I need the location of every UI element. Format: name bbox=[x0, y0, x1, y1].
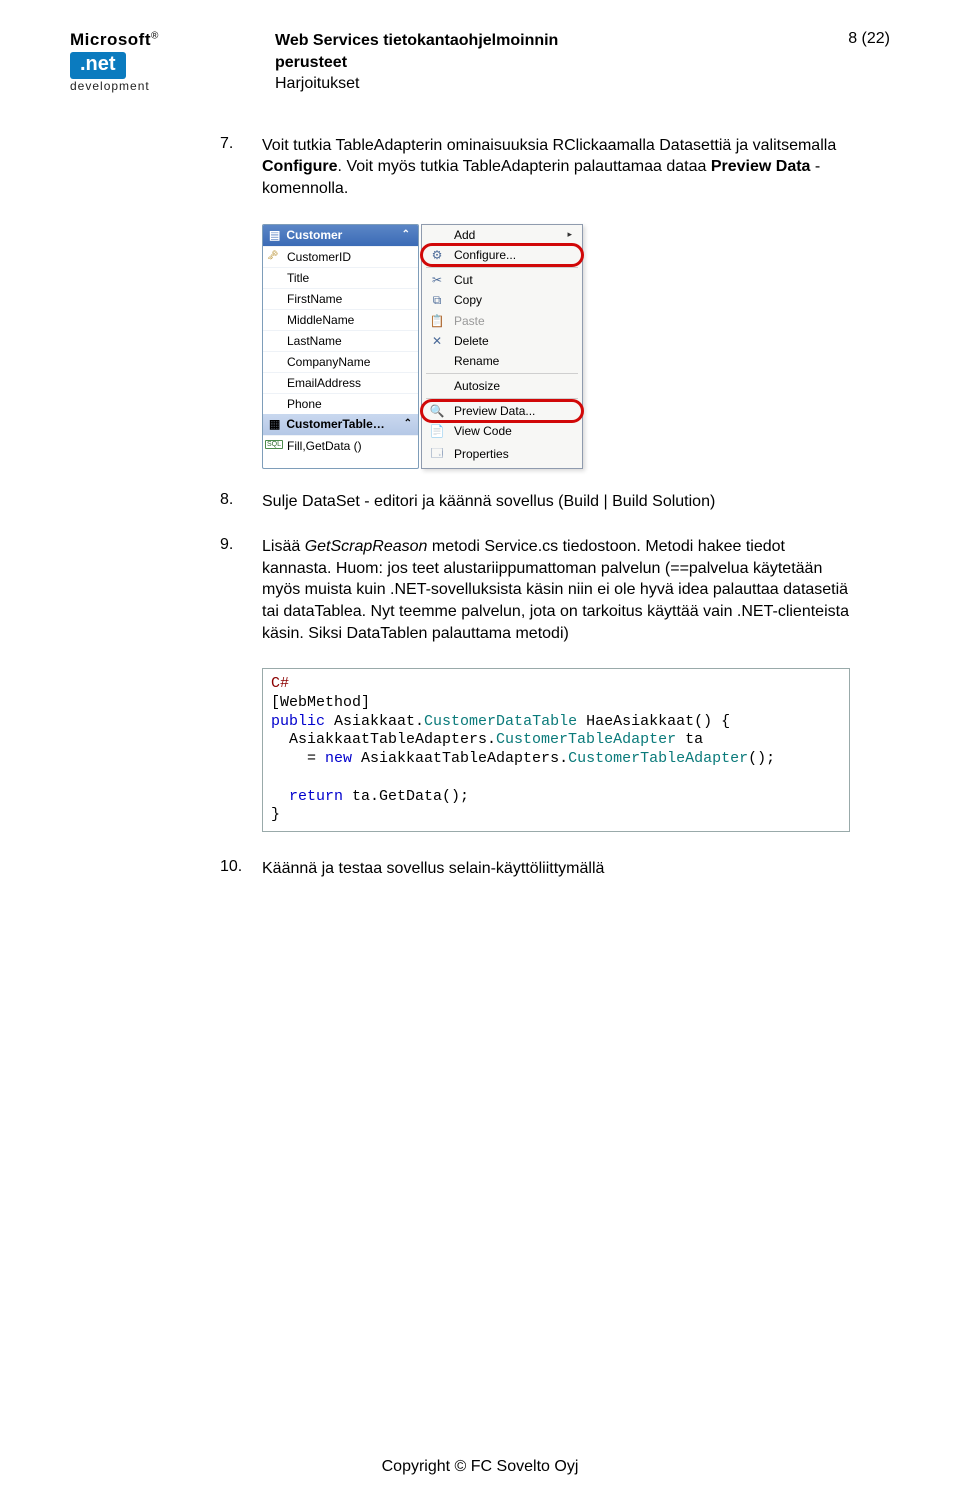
column-lastname: LastName bbox=[263, 330, 418, 351]
menu-preview-data[interactable]: 🔍 Preview Data... bbox=[422, 401, 582, 421]
menu-view-code[interactable]: 📄 View Code bbox=[422, 421, 582, 441]
step-number: 9. bbox=[220, 536, 248, 644]
dotnet-logo: Microsoft® .net development bbox=[70, 30, 185, 93]
menu-copy[interactable]: ⧉ Copy bbox=[422, 290, 582, 311]
fill-getdata-row: Fill,GetData () bbox=[263, 435, 418, 456]
adapter-icon: ▦ bbox=[269, 417, 280, 431]
menu-cut[interactable]: ✂ Cut bbox=[422, 270, 582, 290]
properties-icon: 🗔 bbox=[428, 444, 446, 465]
page-footer: Copyright © FC Sovelto Oyj bbox=[0, 1458, 960, 1476]
page-header: Microsoft® .net development Web Services… bbox=[70, 30, 890, 95]
step-10: 10. Käännä ja testaa sovellus selain-käy… bbox=[220, 858, 850, 880]
scissors-icon: ✂ bbox=[428, 273, 446, 287]
step-9: 9. Lisää GetScrapReason metodi Service.c… bbox=[220, 536, 850, 644]
code-icon: 📄 bbox=[428, 424, 446, 438]
menu-configure[interactable]: ⚙ Configure... bbox=[422, 245, 582, 265]
menu-separator bbox=[426, 267, 578, 268]
page-number: 8 (22) bbox=[810, 30, 890, 48]
step-number: 7. bbox=[220, 135, 248, 200]
table-header-label: Customer bbox=[286, 228, 342, 242]
chevron-right-icon: ▸ bbox=[567, 229, 572, 240]
menu-paste: 📋 Paste bbox=[422, 311, 582, 331]
column-middlename: MiddleName bbox=[263, 309, 418, 330]
step-text: Sulje DataSet - editori ja käännä sovell… bbox=[262, 491, 850, 513]
context-menu: Add ▸ ⚙ Configure... ✂ Cut ⧉ Copy 📋 bbox=[421, 224, 583, 469]
code-snippet: C# [WebMethod] public Asiakkaat.Customer… bbox=[262, 668, 850, 832]
column-title: Title bbox=[263, 267, 418, 288]
step-number: 10. bbox=[220, 858, 248, 880]
doc-title-line1: Web Services tietokantaohjelmoinnin bbox=[275, 30, 720, 52]
step-8: 8. Sulje DataSet - editori ja käännä sov… bbox=[220, 491, 850, 513]
dataset-designer-screenshot: ▤ Customer ⌃ CustomerID Title FirstName … bbox=[262, 224, 850, 469]
menu-autosize[interactable]: Autosize bbox=[422, 376, 582, 396]
step-number: 8. bbox=[220, 491, 248, 513]
column-phone: Phone bbox=[263, 393, 418, 414]
gear-icon: ⚙ bbox=[428, 248, 446, 262]
adapter-header: ▦ CustomerTable… ⌃ bbox=[263, 414, 418, 435]
doc-title: Web Services tietokantaohjelmoinnin peru… bbox=[275, 30, 720, 95]
menu-separator bbox=[426, 373, 578, 374]
logo-net: .net bbox=[70, 52, 126, 79]
collapse-icon: ⌃ bbox=[404, 418, 412, 429]
column-companyname: CompanyName bbox=[263, 351, 418, 372]
menu-delete[interactable]: ✕ Delete bbox=[422, 331, 582, 351]
column-emailaddress: EmailAddress bbox=[263, 372, 418, 393]
column-customerid: CustomerID bbox=[263, 246, 418, 267]
doc-title-line3: Harjoitukset bbox=[275, 73, 720, 95]
delete-icon: ✕ bbox=[428, 334, 446, 348]
step-text: Voit tutkia TableAdapterin ominaisuuksia… bbox=[262, 135, 850, 200]
copy-icon: ⧉ bbox=[428, 293, 446, 308]
table-panel: ▤ Customer ⌃ CustomerID Title FirstName … bbox=[262, 224, 419, 469]
menu-add[interactable]: Add ▸ bbox=[422, 225, 582, 245]
logo-ms: Microsoft bbox=[70, 30, 151, 49]
adapter-header-label: CustomerTable… bbox=[286, 417, 384, 431]
menu-separator bbox=[426, 398, 578, 399]
column-firstname: FirstName bbox=[263, 288, 418, 309]
preview-icon: 🔍 bbox=[428, 404, 446, 418]
logo-dev: development bbox=[70, 79, 185, 93]
menu-rename[interactable]: Rename bbox=[422, 351, 582, 371]
step-text: Käännä ja testaa sovellus selain-käyttöl… bbox=[262, 858, 850, 880]
table-icon: ▤ bbox=[269, 228, 280, 242]
paste-icon: 📋 bbox=[428, 314, 446, 328]
collapse-icon: ⌃ bbox=[402, 229, 410, 240]
step-7: 7. Voit tutkia TableAdapterin ominaisuuk… bbox=[220, 135, 850, 200]
menu-properties[interactable]: 🗔 Properties bbox=[422, 441, 582, 468]
step-text: Lisää GetScrapReason metodi Service.cs t… bbox=[262, 536, 850, 644]
doc-title-line2: perusteet bbox=[275, 52, 720, 74]
table-header: ▤ Customer ⌃ bbox=[263, 225, 418, 246]
